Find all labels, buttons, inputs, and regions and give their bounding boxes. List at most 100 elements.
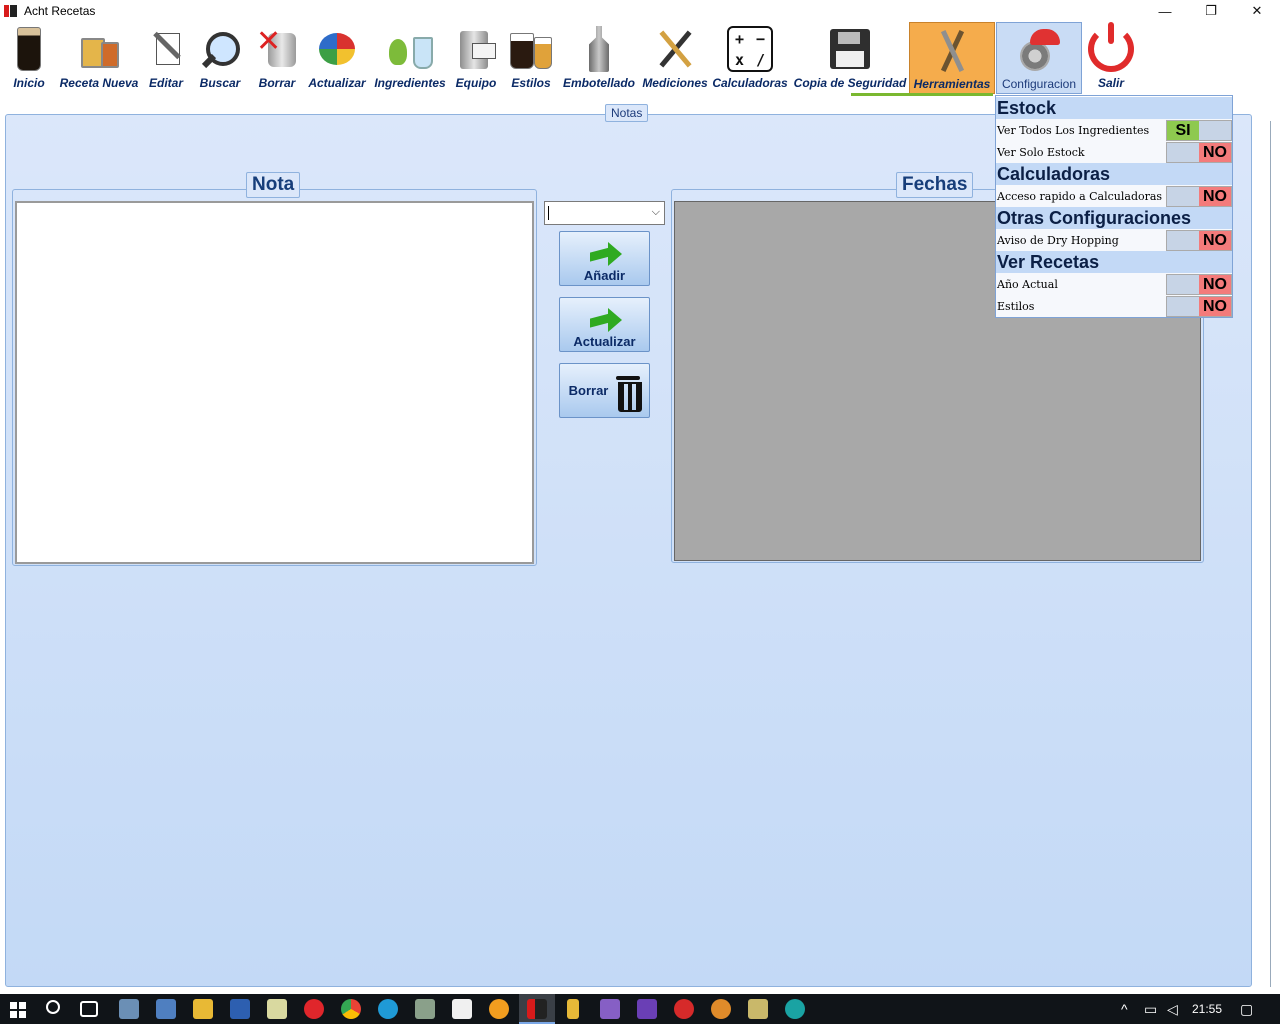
row-label: Aviso de Dry Hopping <box>997 233 1119 247</box>
actualizar-button[interactable]: Actualizar <box>559 297 650 352</box>
brewing-equipment-icon <box>453 22 499 76</box>
toolbar-label: Salir <box>1097 76 1124 90</box>
notas-tab[interactable]: Notas <box>605 104 649 122</box>
toolbar-label: Actualizar <box>308 76 366 90</box>
toolbar-label: Equipo <box>455 76 497 90</box>
toggle-ver-todos-ingredientes[interactable]: SI <box>1166 120 1232 141</box>
gimp-icon[interactable] <box>711 999 731 1019</box>
toolbar-label: Editar <box>148 76 183 90</box>
toolbar-label: Buscar <box>199 76 241 90</box>
toggle-state: NO <box>1199 275 1231 294</box>
maximize-button[interactable]: ❐ <box>1188 0 1234 22</box>
toggle-acceso-rapido-calculadoras[interactable]: NO <box>1166 186 1232 207</box>
file-explorer-icon[interactable] <box>193 999 213 1019</box>
toolbar-label: Embotellado <box>562 76 635 90</box>
windows-start-icon[interactable] <box>10 1002 26 1018</box>
toolbar-editar-button[interactable]: Editar <box>144 22 188 94</box>
toggle-knob <box>1167 275 1199 294</box>
row-label: Ver Solo Estock <box>997 145 1085 159</box>
notifications-icon[interactable]: ▢ <box>1240 1001 1253 1018</box>
search-icon[interactable] <box>46 1000 60 1014</box>
toolbar-inicio-button[interactable]: Inicio <box>8 22 50 94</box>
section-calculadoras: Calculadoras <box>996 163 1232 185</box>
toolbar-borrar-button[interactable]: Borrar <box>254 22 300 94</box>
close-button[interactable]: ✕ <box>1234 0 1280 22</box>
text-cursor <box>548 206 549 220</box>
beer-mugs-icon <box>76 22 122 76</box>
row-ver-todos-ingredientes: Ver Todos Los Ingredientes SI <box>996 119 1232 141</box>
section-estock: Estock <box>996 97 1232 119</box>
toolbar-equipo-button[interactable]: Equipo <box>454 22 498 94</box>
clock[interactable]: 21:55 <box>1192 1002 1222 1016</box>
edge-icon[interactable] <box>378 999 398 1019</box>
beer-styles-icon <box>508 22 554 76</box>
visual-studio-icon[interactable] <box>600 999 620 1019</box>
calc-divide-symbol: / <box>755 50 766 69</box>
document-icon[interactable] <box>452 999 472 1019</box>
calculator-icon: + − x / <box>727 22 773 76</box>
taskbar-app-icon[interactable] <box>415 999 435 1019</box>
taskbar-app-icon[interactable] <box>230 999 250 1019</box>
toolbar-calculadoras-button[interactable]: + − x / Calculadoras <box>712 22 788 94</box>
toolbar-embotellado-button[interactable]: Embotellado <box>562 22 636 94</box>
actualizar-label: Actualizar <box>573 334 636 349</box>
toggle-aviso-dry-hopping[interactable]: NO <box>1166 230 1232 251</box>
green-arrow-icon <box>588 308 622 332</box>
visual-studio-icon[interactable] <box>637 999 657 1019</box>
task-view-icon[interactable] <box>80 1001 98 1017</box>
toolbar-herramientas-button[interactable]: Herramientas <box>909 22 995 94</box>
chrome-icon[interactable] <box>341 999 361 1019</box>
toolbar-estilos-button[interactable]: Estilos <box>508 22 554 94</box>
chevron-up-icon[interactable]: ^ <box>1121 1001 1128 1017</box>
nota-textarea[interactable] <box>15 201 534 564</box>
floppy-disk-icon <box>827 22 873 76</box>
network-icon[interactable]: ▭ <box>1144 1001 1157 1018</box>
toggle-ano-actual[interactable]: NO <box>1166 274 1232 295</box>
date-combo[interactable]: ⌵ <box>544 201 665 225</box>
toggle-knob <box>1167 231 1199 250</box>
taskbar-app-icon[interactable] <box>119 999 139 1019</box>
arduino-icon[interactable] <box>785 999 805 1019</box>
opera-icon[interactable] <box>304 999 324 1019</box>
toggle-knob <box>1167 143 1199 162</box>
toolbar-buscar-button[interactable]: Buscar <box>196 22 244 94</box>
edit-document-icon <box>143 22 189 76</box>
vertical-scrollbar[interactable] <box>1270 121 1280 987</box>
taskbar-app-icon[interactable] <box>674 999 694 1019</box>
toolbar-mediciones-button[interactable]: Mediciones <box>642 22 708 94</box>
taskbar-app-icon[interactable] <box>748 999 768 1019</box>
volume-icon[interactable]: ◁ <box>1167 1001 1178 1018</box>
toolbar-copia-seguridad-button[interactable]: Copia de Seguridad <box>794 22 906 94</box>
toolbar-label: Ingredientes <box>374 76 446 90</box>
toggle-ver-solo-estock[interactable]: NO <box>1166 142 1232 163</box>
bottle-icon <box>576 22 622 76</box>
toggle-estilos[interactable]: NO <box>1166 296 1232 317</box>
window-controls: — ❐ ✕ <box>1142 0 1280 22</box>
toolbar-actualizar-button[interactable]: Actualizar <box>306 22 368 94</box>
acht-recetas-taskbar-icon[interactable] <box>527 999 547 1019</box>
magnifier-icon <box>197 22 243 76</box>
minimize-button[interactable]: — <box>1142 0 1188 22</box>
beer-taskbar-icon[interactable] <box>567 999 579 1019</box>
toolbar-configuracion-button[interactable]: Configuracion <box>996 22 1082 94</box>
toggle-state: NO <box>1199 187 1231 206</box>
calc-plus-symbol: + <box>734 29 745 48</box>
taskbar-app-icon[interactable] <box>267 999 287 1019</box>
borrar-button[interactable]: Borrar <box>559 363 650 418</box>
anadir-button[interactable]: Añadir <box>559 231 650 286</box>
toolbar-ingredientes-button[interactable]: Ingredientes <box>374 22 446 94</box>
taskbar-app-icon[interactable] <box>489 999 509 1019</box>
main-toolbar: Inicio Receta Nueva Editar Buscar Borrar… <box>0 22 1280 96</box>
toolbar-active-indicator <box>851 93 993 96</box>
trash-icon <box>616 374 643 412</box>
taskbar-app-icon[interactable] <box>156 999 176 1019</box>
toolbar-salir-button[interactable]: Salir <box>1088 22 1134 94</box>
row-ano-actual: Año Actual NO <box>996 273 1232 295</box>
toolbar-receta-nueva-button[interactable]: Receta Nueva <box>58 22 140 94</box>
measuring-tools-icon <box>652 22 698 76</box>
chevron-down-icon[interactable]: ⌵ <box>652 206 660 219</box>
windows-taskbar: ^ ▭ ◁ 21:55 ▢ <box>0 994 1280 1024</box>
borrar-label: Borrar <box>568 383 609 398</box>
window-title: Acht Recetas <box>24 4 96 18</box>
title-bar: Acht Recetas — ❐ ✕ <box>0 0 1280 22</box>
